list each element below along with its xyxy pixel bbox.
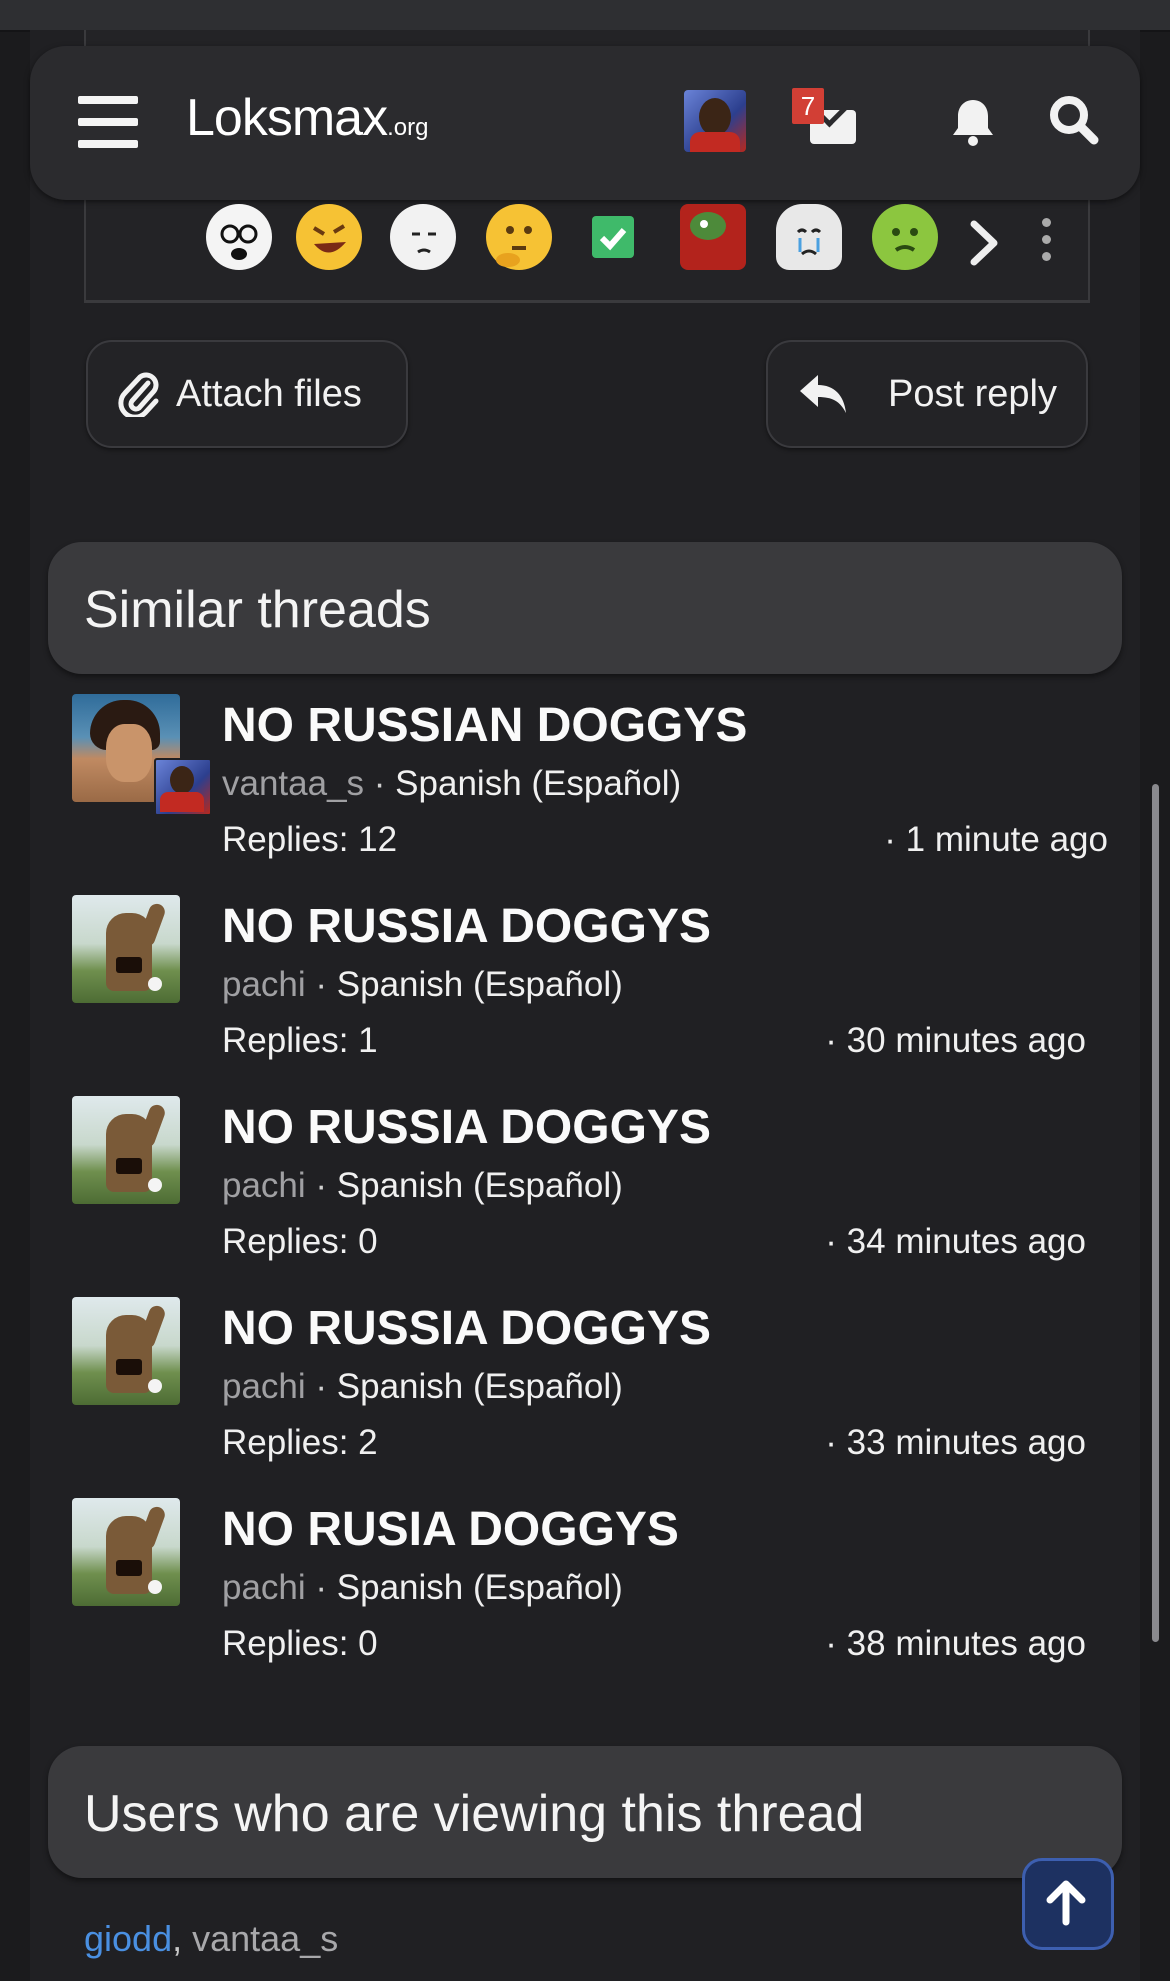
emoji-bar bbox=[200, 204, 1080, 278]
thread-replies: Replies: 1 bbox=[222, 1021, 378, 1060]
thread-author[interactable]: vantaa_s bbox=[222, 764, 364, 803]
thread-title[interactable]: NO RUSSIA DOGGYS bbox=[222, 899, 711, 954]
thread-forum[interactable]: Spanish (Español) bbox=[337, 1568, 623, 1607]
viewers-title: Users who are viewing this thread bbox=[84, 1785, 865, 1843]
thread-item[interactable]: NO RUSSIA DOGGYS pachi · Spanish (Españo… bbox=[72, 1297, 1132, 1477]
site-header: Lo​ksmax.org 7 bbox=[30, 46, 1140, 200]
logo-suffix: .org bbox=[387, 114, 429, 141]
viewer-separator: , bbox=[172, 1918, 193, 1959]
thread-meta: vantaa_s · Spanish (Español) bbox=[222, 764, 682, 803]
thread-replies: Replies: 12 bbox=[222, 820, 398, 859]
user-avatar[interactable] bbox=[684, 90, 746, 152]
thread-author[interactable]: pachi bbox=[222, 1166, 306, 1205]
thread-replies: Replies: 0 bbox=[222, 1624, 378, 1663]
thread-item[interactable]: NO RUSIA DOGGYS pachi · Spanish (Español… bbox=[72, 1498, 1132, 1678]
thread-forum[interactable]: Spanish (Español) bbox=[337, 1367, 623, 1406]
bell-icon[interactable] bbox=[948, 96, 998, 148]
search-icon[interactable] bbox=[1046, 92, 1102, 148]
thread-meta: pachi · Spanish (Español) bbox=[222, 1568, 623, 1607]
thread-forum[interactable]: Spanish (Español) bbox=[337, 1166, 623, 1205]
site-logo[interactable]: Lo​ksmax.org bbox=[186, 88, 428, 148]
thinking-face-emoji[interactable] bbox=[486, 204, 552, 270]
inbox-badge: 7 bbox=[792, 88, 824, 124]
thread-meta: pachi · Spanish (Español) bbox=[222, 965, 623, 1004]
viewers-header: Users who are viewing this thread bbox=[48, 1746, 1122, 1878]
thread-replies: Replies: 2 bbox=[222, 1423, 378, 1462]
thread-author-avatar[interactable] bbox=[72, 895, 180, 1003]
thread-author[interactable]: pachi bbox=[222, 1568, 306, 1607]
similar-threads-header: Similar threads bbox=[48, 542, 1122, 674]
thread-item[interactable]: NO RUSSIA DOGGYS pachi · Spanish (Españo… bbox=[72, 895, 1132, 1075]
viewer-list: giodd, vantaa_s bbox=[84, 1918, 338, 1960]
thread-time: · 38 minutes ago bbox=[825, 1624, 1086, 1663]
thread-author[interactable]: pachi bbox=[222, 965, 306, 1004]
wojak-thinking-emoji[interactable] bbox=[390, 204, 456, 270]
last-poster-avatar[interactable] bbox=[154, 758, 212, 816]
menu-icon[interactable] bbox=[78, 96, 138, 148]
thread-time: · 34 minutes ago bbox=[825, 1222, 1086, 1261]
browser-top-strip bbox=[0, 0, 1170, 32]
attach-files-label: Attach files bbox=[176, 372, 362, 415]
logo-text: Lo​ksmax bbox=[186, 89, 388, 147]
thread-author[interactable]: pachi bbox=[222, 1367, 306, 1406]
post-reply-label: Post reply bbox=[888, 372, 1057, 415]
scroll-to-top-button[interactable] bbox=[1022, 1858, 1114, 1950]
thread-author-avatar[interactable] bbox=[72, 1297, 180, 1405]
nauseated-emoji[interactable] bbox=[872, 204, 938, 270]
thread-item[interactable]: NO RUSSIA DOGGYS pachi · Spanish (Españo… bbox=[72, 1096, 1132, 1276]
chevron-right-icon[interactable] bbox=[966, 218, 1002, 281]
thread-time: · 33 minutes ago bbox=[825, 1423, 1086, 1462]
soyjak-emoji[interactable] bbox=[206, 204, 272, 270]
reply-arrow-icon bbox=[800, 375, 846, 413]
thread-title[interactable]: NO RUSIA DOGGYS bbox=[222, 1502, 679, 1557]
thread-forum[interactable]: Spanish (Español) bbox=[337, 965, 623, 1004]
crying-wojak-emoji[interactable] bbox=[776, 204, 842, 270]
thread-time: · 1 minute ago bbox=[884, 820, 1108, 859]
thread-replies: Replies: 0 bbox=[222, 1222, 378, 1261]
thread-author-avatar[interactable] bbox=[72, 1498, 180, 1606]
paperclip-icon bbox=[118, 372, 159, 417]
rofl-emoji[interactable] bbox=[296, 204, 362, 270]
arrow-up-icon bbox=[1046, 1880, 1086, 1926]
thread-title[interactable]: NO RUSSIA DOGGYS bbox=[222, 1100, 711, 1155]
pepe-emoji[interactable] bbox=[680, 204, 746, 270]
inbox-button[interactable]: 7 bbox=[790, 88, 870, 154]
similar-threads-title: Similar threads bbox=[84, 581, 431, 639]
attach-files-button[interactable]: Attach files bbox=[86, 340, 408, 448]
viewer-link[interactable]: vantaa_s bbox=[192, 1918, 338, 1959]
thread-title[interactable]: NO RUSSIA DOGGYS bbox=[222, 1301, 711, 1356]
thread-author-avatar[interactable] bbox=[72, 1096, 180, 1204]
thread-title[interactable]: NO RUSSIAN DOGGYS bbox=[222, 698, 747, 753]
more-options-icon[interactable] bbox=[1040, 218, 1052, 264]
post-reply-button[interactable]: Post reply bbox=[766, 340, 1088, 448]
thread-time: · 30 minutes ago bbox=[825, 1021, 1086, 1060]
thread-meta: pachi · Spanish (Español) bbox=[222, 1367, 623, 1406]
thread-meta: pachi · Spanish (Español) bbox=[222, 1166, 623, 1205]
thread-item[interactable]: NO RUSSIAN DOGGYS vantaa_s · Spanish (Es… bbox=[72, 694, 1132, 874]
scrollbar[interactable] bbox=[1152, 784, 1159, 1642]
thread-forum[interactable]: Spanish (Español) bbox=[395, 764, 681, 803]
viewer-link[interactable]: giodd bbox=[84, 1918, 172, 1959]
check-mark-emoji[interactable] bbox=[592, 216, 634, 258]
